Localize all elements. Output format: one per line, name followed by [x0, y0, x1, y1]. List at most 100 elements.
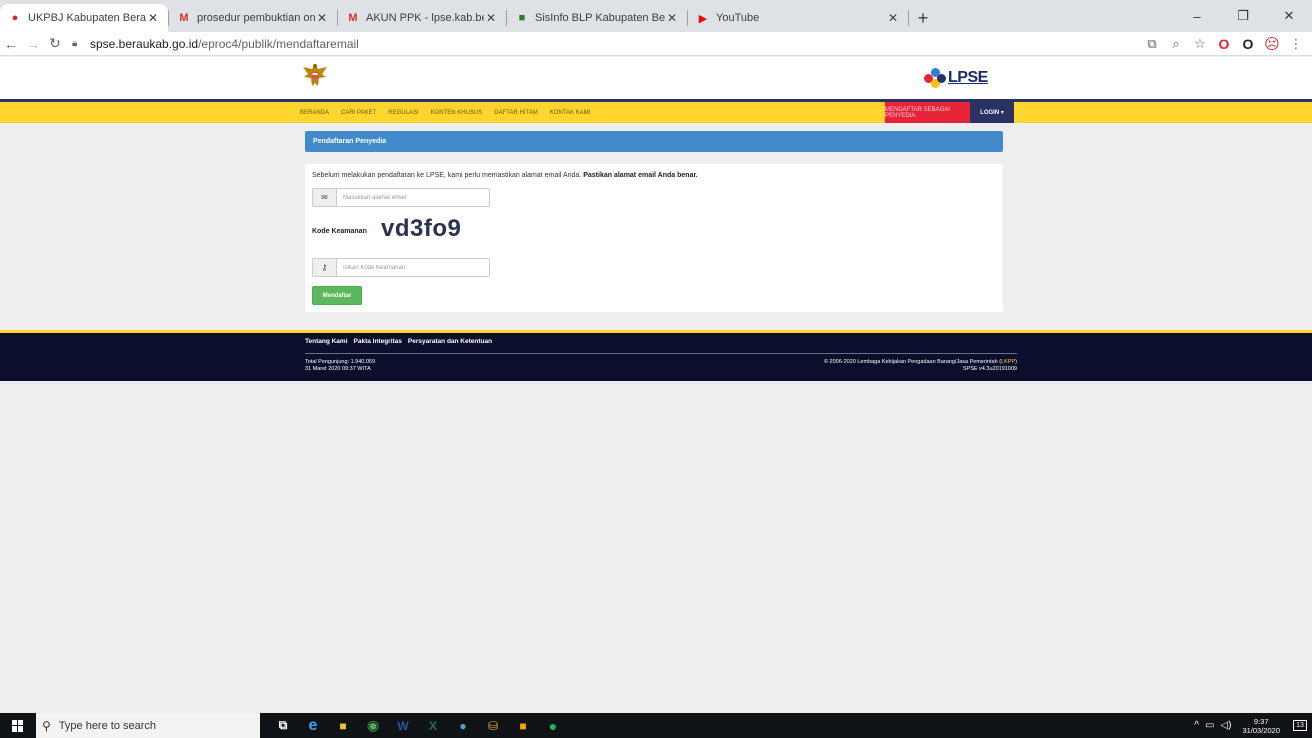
tab-sisinfo[interactable]: ■ SisInfo BLP Kabupaten Berau ✕ [507, 4, 687, 32]
gmail-icon: M [179, 12, 189, 24]
excel-icon[interactable]: X [418, 713, 448, 738]
back-arrow-icon[interactable]: ← [0, 36, 22, 52]
close-tab-icon[interactable]: ✕ [146, 11, 160, 25]
zoom-icon[interactable]: ⌕ [1166, 36, 1186, 52]
lpse-logo[interactable]: LPSE [924, 66, 1004, 90]
lpse-favicon-icon: ● [11, 12, 19, 24]
footer-divider [305, 353, 1017, 354]
network-app-icon[interactable]: ⛁ [478, 713, 508, 738]
tab-youtube[interactable]: ▶ YouTube ✕ [688, 4, 908, 32]
tab-title: AKUN PPK - lpse.kab.berau@gm [366, 12, 484, 24]
windows-taskbar: ⚲ Type here to search ⧉ e ■ ◉ W X ● ⛁ ■ … [0, 713, 1312, 738]
tab-ukpbj[interactable]: ● UKPBJ Kabupaten Berau: Proses | ✕ [0, 4, 168, 32]
close-tab-icon[interactable]: ✕ [665, 11, 679, 25]
registration-form: Sebelum melakukan pendaftaran ke LPSE, k… [305, 164, 1003, 312]
gmail-icon: M [348, 12, 358, 24]
tab-prosedur[interactable]: M prosedur pembuktian online - ar ✕ [169, 4, 337, 32]
spotify-icon[interactable]: ● [538, 713, 568, 738]
minimize-icon[interactable]: – [1174, 0, 1220, 32]
nav-item-kontak-kami[interactable]: KONTAK KAMI [550, 110, 591, 116]
shield-icon: ■ [518, 12, 526, 24]
more-menu-icon[interactable]: ⋮ [1286, 36, 1306, 52]
footer-link-persyaratan[interactable]: Persyaratan dan Ketentuan [408, 338, 492, 345]
notification-count: 13 [1293, 720, 1307, 731]
nav-item-konten-khusus[interactable]: KONTEN KHUSUS [431, 110, 483, 116]
forward-arrow-icon[interactable]: → [22, 36, 44, 52]
task-view-icon[interactable]: ⧉ [268, 713, 298, 738]
edge-icon[interactable]: e [298, 713, 328, 738]
envelope-icon: ✉ [313, 189, 337, 206]
close-window-icon[interactable]: ✕ [1266, 0, 1312, 32]
toolbar-actions: ⧉ ⌕ ☆ O O ☹ ⋮ [1138, 32, 1306, 56]
footer-links: Tentang Kami Pakta Integritas Persyarata… [305, 338, 498, 345]
url-host: spse.beraukab.go.id [90, 36, 199, 51]
window-controls: – ❐ ✕ [1174, 0, 1312, 32]
url-path: /eproc4/publik/mendaftaremail [198, 36, 359, 51]
nav-item-cari-paket[interactable]: CARI PAKET [341, 110, 376, 116]
intro-text: Sebelum melakukan pendaftaran ke LPSE, k… [312, 172, 698, 179]
nav-menu: BERANDA CARI PAKET REGULASI KONTEN KHUSU… [300, 102, 596, 123]
restore-icon[interactable]: ❐ [1220, 0, 1266, 32]
panel-title: Pendaftaran Penyedia [305, 131, 1003, 152]
close-tab-icon[interactable]: ✕ [315, 11, 329, 25]
word-icon[interactable]: W [388, 713, 418, 738]
chevron-up-icon[interactable]: ^ [1194, 720, 1199, 731]
browser-app-icon[interactable]: ● [448, 713, 478, 738]
close-tab-icon[interactable]: ✕ [484, 11, 498, 25]
tab-title: prosedur pembuktian online - ar [197, 12, 315, 24]
nav-item-daftar-hitam[interactable]: DAFTAR HITAM [494, 110, 537, 116]
network-icon[interactable]: ▭ [1205, 720, 1214, 731]
sticky-app-icon[interactable]: ■ [508, 713, 538, 738]
register-provider-button[interactable]: MENDAFTAR SEBAGAI PENYEDIA [885, 102, 970, 123]
lpse-logo-text: LPSE [948, 69, 988, 86]
captcha-input[interactable] [337, 259, 489, 276]
nav-item-regulasi[interactable]: REGULASI [388, 110, 418, 116]
lpse-logo-dots-icon [924, 68, 946, 88]
search-icon: ⚲ [42, 718, 51, 733]
footer-datetime: 31 Maret 2020 09:37 WITA [305, 366, 371, 372]
opera-gx-extension-icon[interactable]: O [1238, 36, 1258, 52]
tab-akun-ppk[interactable]: M AKUN PPK - lpse.kab.berau@gm ✕ [338, 4, 506, 32]
star-bookmark-icon[interactable]: ☆ [1190, 36, 1210, 52]
browser-tab-strip: ● UKPBJ Kabupaten Berau: Proses | ✕ M pr… [0, 0, 1312, 32]
captcha-image: vd3fo9 [381, 215, 462, 242]
pinned-apps: ⧉ e ■ ◉ W X ● ⛁ ■ ● [268, 713, 568, 738]
garuda-emblem-icon [303, 64, 327, 86]
main-navbar: BERANDA CARI PAKET REGULASI KONTEN KHUSU… [0, 99, 1312, 123]
opera-extension-icon[interactable]: O [1214, 36, 1234, 52]
system-tray: ^ ▭ ◁) 9:37 31/03/2020 13 [1191, 713, 1312, 738]
chrome-icon[interactable]: ◉ [358, 713, 388, 738]
submit-register-button[interactable]: Mendaftar [312, 286, 362, 305]
new-tab-button[interactable]: + [909, 4, 937, 32]
intro-sentence: Sebelum melakukan pendaftaran ke LPSE, k… [312, 172, 582, 179]
file-explorer-icon[interactable]: ■ [328, 713, 358, 738]
close-tab-icon[interactable]: ✕ [886, 11, 900, 25]
browser-toolbar: ← → ↻ 🔒︎ spse.beraukab.go.id /eproc4/pub… [0, 32, 1312, 56]
address-bar[interactable]: 🔒︎ spse.beraukab.go.id /eproc4/publik/me… [72, 37, 359, 51]
translate-icon[interactable]: ⧉ [1142, 36, 1162, 52]
key-icon: ⚷ [313, 259, 337, 276]
windows-logo-icon [12, 719, 24, 732]
notification-center-icon[interactable]: 13 [1288, 713, 1312, 738]
start-button[interactable] [0, 713, 36, 738]
taskbar-search-placeholder: Type here to search [58, 719, 157, 732]
footer-link-pakta-integritas[interactable]: Pakta Integritas [354, 338, 402, 345]
nav-item-beranda[interactable]: BERANDA [300, 110, 329, 116]
visitor-count: Total Pengunjung: 1.940.059 [305, 359, 376, 365]
footer-link-tentang-kami[interactable]: Tentang Kami [305, 338, 348, 345]
taskbar-clock[interactable]: 9:37 31/03/2020 [1242, 717, 1280, 735]
footer-copyright: © 2006-2020 Lembaga Kebijakan Pengadaan … [824, 359, 1017, 373]
reload-icon[interactable]: ↻ [44, 35, 66, 52]
youtube-icon: ▶ [698, 12, 708, 25]
clock-date: 31/03/2020 [1242, 725, 1280, 735]
tab-title: SisInfo BLP Kabupaten Berau [535, 12, 665, 24]
tab-title: UKPBJ Kabupaten Berau: Proses | [28, 12, 146, 24]
volume-icon[interactable]: ◁) [1220, 720, 1231, 731]
taskbar-search[interactable]: ⚲ Type here to search [36, 713, 260, 738]
profile-avatar-icon[interactable]: ☹ [1262, 35, 1282, 53]
copyright-text: © 2006-2020 Lembaga Kebijakan Pengadaan … [823, 359, 1002, 365]
site-footer: Tentang Kami Pakta Integritas Persyarata… [0, 330, 1312, 381]
lkpp-link[interactable]: LKPP [1001, 359, 1015, 365]
email-input[interactable] [337, 189, 489, 206]
login-dropdown-button[interactable]: LOGIN ▾ [970, 102, 1014, 123]
